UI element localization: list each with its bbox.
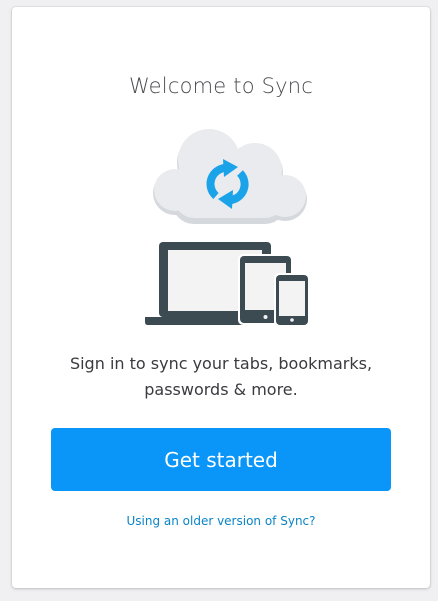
devices-icon <box>145 242 310 327</box>
cloud-sync-icon <box>153 129 307 224</box>
sync-description: Sign in to sync your tabs, bookmarks, pa… <box>69 354 373 399</box>
get-started-button[interactable]: Get started <box>51 428 391 491</box>
sync-welcome-card: Welcome to Sync Sign in to sync your tab… <box>12 7 430 588</box>
sync-illustration <box>145 129 310 327</box>
older-version-link[interactable]: Using an older version of Sync? <box>12 514 430 528</box>
page-title: Welcome to Sync <box>128 74 314 98</box>
